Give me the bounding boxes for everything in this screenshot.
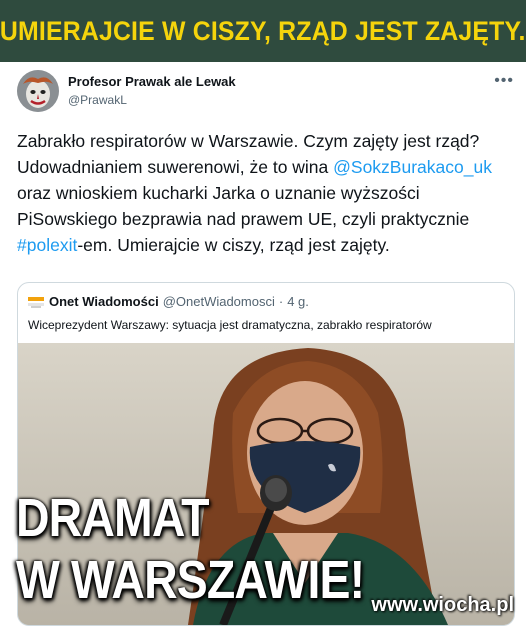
clown-avatar-icon [17,70,59,112]
watermark: www.wiocha.pl [371,594,514,616]
quote-text: Wiceprezydent Warszawy: sytuacja jest dr… [28,318,432,332]
author-handle[interactable]: @PrawakL [68,93,127,107]
overlay-headline-line2: W WARSZAWIE! [16,550,365,610]
quote-source-handle[interactable]: @OnetWiadomosci [163,294,275,309]
top-banner: UMIERAJCIE W CISZY, RZĄD JEST ZAJĘTY. [0,0,526,62]
tweet-text: Zabrakło respiratorów w Warszawie. Czym … [17,128,507,258]
tweet-text-part: -em. Umierajcie w ciszy, rząd jest zajęt… [77,235,390,255]
tweet-text-part: oraz wnioskiem kucharki Jarka o uznanie … [17,183,470,229]
author-name[interactable]: Profesor Prawak ale Lewak [68,74,236,89]
overlay-headline-line1: DRAMAT [16,488,209,548]
avatar[interactable] [17,70,59,112]
quote-separator: · [278,294,284,309]
mention-link[interactable]: @SokzBurakaco_uk [333,157,492,177]
onet-logo-icon [28,295,44,309]
hashtag-link[interactable]: #polexit [17,235,77,255]
more-dots-icon[interactable]: ••• [494,72,514,90]
banner-title: UMIERAJCIE W CISZY, RZĄD JEST ZAJĘTY. [0,15,526,46]
quote-source-name[interactable]: Onet Wiadomości [49,294,159,309]
quote-time[interactable]: 4 g. [287,294,309,309]
quote-header: Onet Wiadomości @OnetWiadomosci · 4 g. [28,294,309,309]
